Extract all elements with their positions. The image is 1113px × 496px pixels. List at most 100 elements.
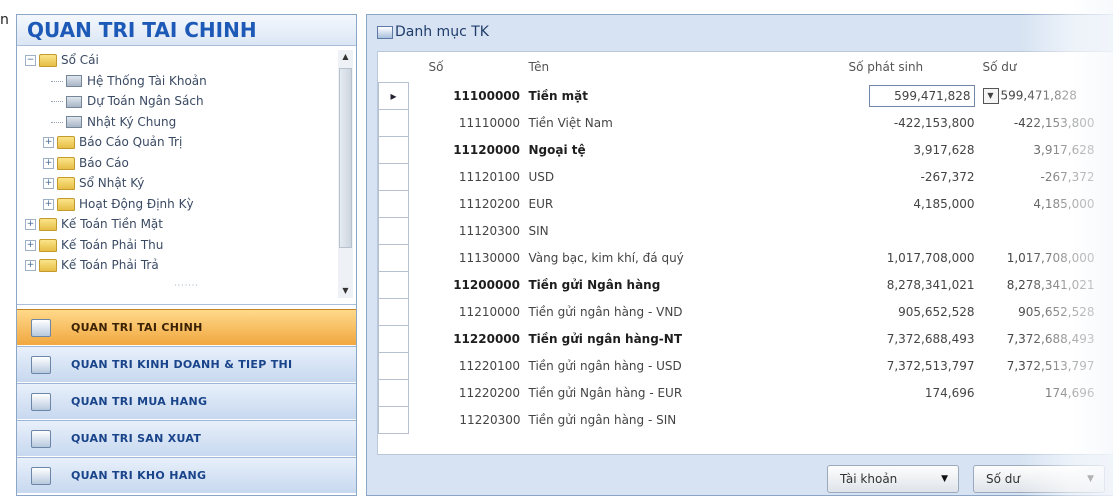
phat-sinh-cell[interactable]: -422,153,800 (845, 110, 979, 137)
column-header-phat-sinh[interactable]: Số phát sinh (845, 52, 979, 83)
expand-icon[interactable]: + (43, 198, 54, 210)
table-row[interactable]: 11220100 Tiền gửi ngân hàng - USD 7,372,51… (378, 352, 1099, 380)
account-name-cell[interactable]: EUR (525, 191, 845, 218)
phat-sinh-cell[interactable] (845, 407, 979, 434)
account-name-cell[interactable]: Vàng bạc, kim khí, đá quý (525, 245, 845, 272)
account-code-cell[interactable]: 11220100 (409, 353, 525, 380)
splitter-grip[interactable]: ······· (17, 281, 356, 290)
phat-sinh-cell[interactable]: 4,185,000 (845, 191, 979, 218)
nav-button[interactable]: QUAN TRI KHO HANG (17, 457, 356, 493)
so-du-cell[interactable]: ▼ 599,471,828 (979, 83, 1099, 110)
row-selector[interactable] (378, 406, 409, 434)
column-header-so-du[interactable]: Số dư (979, 52, 1099, 83)
so-du-cell[interactable]: 174,696 (979, 380, 1099, 407)
so-du-cell[interactable] (979, 218, 1099, 245)
phat-sinh-cell[interactable]: 905,652,528 (845, 299, 979, 326)
nav-button[interactable]: QUAN TRI SAN XUAT (17, 420, 356, 456)
account-code-cell[interactable]: 11110000 (409, 110, 525, 137)
expand-icon[interactable]: + (25, 239, 36, 251)
phat-sinh-cell[interactable]: 1,017,708,000 (845, 245, 979, 272)
account-code-cell[interactable]: 11120100 (409, 164, 525, 191)
tree-item[interactable]: Nhật Ký Chung (51, 112, 176, 132)
tree-item[interactable]: + Kế Toán Phải Thu (25, 235, 163, 255)
account-name-cell[interactable]: Tiền gửi Ngân hàng (525, 272, 845, 299)
account-name-cell[interactable]: Tiền gửi ngân hàng - USD (525, 353, 845, 380)
account-code-cell[interactable]: 11120300 (409, 218, 525, 245)
row-selector[interactable] (378, 298, 409, 326)
so-du-cell[interactable]: 905,652,528 (979, 299, 1099, 326)
nav-button[interactable]: QUAN TRI MUA HANG (17, 383, 356, 419)
so-du-cell[interactable]: 7,372,513,797 (979, 353, 1099, 380)
account-code-cell[interactable]: 11220200 (409, 380, 525, 407)
expand-icon[interactable]: + (25, 260, 36, 271)
account-name-cell[interactable]: Ngoại tệ (525, 137, 845, 164)
row-selector[interactable] (378, 352, 409, 380)
table-row[interactable]: 11220000 Tiền gửi ngân hàng-NT 7,372,688,4… (378, 325, 1099, 353)
table-row[interactable]: 11200000 Tiền gửi Ngân hàng 8,278,341,021 8… (378, 271, 1099, 299)
row-selector[interactable] (378, 379, 409, 407)
account-code-cell[interactable]: 11120200 (409, 191, 525, 218)
phat-sinh-editor[interactable]: 599,471,828 (868, 85, 975, 107)
phat-sinh-cell[interactable]: 8,278,341,021 (845, 272, 979, 299)
expand-icon[interactable]: + (43, 178, 54, 189)
account-code-cell[interactable]: 11220000 (409, 326, 525, 353)
row-selector[interactable] (378, 271, 409, 299)
expand-icon[interactable]: + (25, 219, 36, 230)
account-code-cell[interactable]: 11220300 (409, 407, 525, 434)
row-selector[interactable]: ▸ (378, 82, 409, 110)
row-selector[interactable] (378, 163, 409, 191)
so-du-cell[interactable] (979, 407, 1099, 434)
account-name-cell[interactable]: Tiền gửi ngân hàng-NT (525, 326, 845, 353)
row-selector[interactable] (378, 190, 409, 218)
row-selector[interactable] (378, 109, 409, 137)
account-code-cell[interactable]: 11100000 (409, 83, 525, 110)
so-du-cell[interactable]: 8,278,341,021 (979, 272, 1099, 299)
account-name-cell[interactable]: Tiền gửi Ngân hàng - EUR (525, 380, 845, 407)
scroll-up-icon[interactable]: ▲ (338, 50, 353, 64)
table-row[interactable]: 11120200 EUR 4,185,000 4,185,000 (378, 190, 1099, 218)
so-du-cell[interactable]: -267,372 (979, 164, 1099, 191)
tree-item[interactable]: Dự Toán Ngân Sách (51, 91, 204, 111)
phat-sinh-cell[interactable] (845, 218, 979, 245)
table-row[interactable]: 11130000 Vàng bạc, kim khí, đá quý 1,017,7… (378, 244, 1099, 272)
tree-item[interactable]: + Sổ Nhật Ký (43, 173, 144, 193)
tree-item[interactable]: − Sổ Cái (25, 50, 99, 70)
tree-item[interactable]: Hệ Thống Tài Khoản (51, 71, 207, 91)
row-selector[interactable] (378, 136, 409, 164)
so-du-cell[interactable]: 4,185,000 (979, 191, 1099, 218)
account-name-cell[interactable]: Tiền gửi ngân hàng - SIN (525, 407, 845, 434)
dropdown-arrow-icon[interactable]: ▼ (982, 88, 999, 104)
table-row[interactable]: 11120000 Ngoại tệ 3,917,628 3,917,628 (378, 136, 1099, 164)
account-code-cell[interactable]: 11200000 (409, 272, 525, 299)
account-code-cell[interactable]: 11210000 (409, 299, 525, 326)
table-row[interactable]: 11120100 USD -267,372 -267,372 (378, 163, 1099, 191)
tree-item[interactable]: + Kế Toán Phải Trả (25, 255, 159, 275)
account-name-cell[interactable]: SIN (525, 218, 845, 245)
scroll-thumb[interactable] (339, 68, 352, 248)
tree-item[interactable]: + Hoạt Động Định Kỳ (43, 194, 194, 214)
phat-sinh-cell[interactable]: -267,372 (845, 164, 979, 191)
column-header-code[interactable]: Số (409, 52, 525, 83)
account-name-cell[interactable]: USD (525, 164, 845, 191)
phat-sinh-cell[interactable]: 7,372,513,797 (845, 353, 979, 380)
phat-sinh-cell[interactable]: 174,696 (845, 380, 979, 407)
table-row[interactable]: 11120300 SIN (378, 217, 1099, 245)
so-du-cell[interactable]: 7,372,688,493 (979, 326, 1099, 353)
nav-button[interactable]: QUAN TRI TAI CHINH (17, 309, 356, 345)
row-selector[interactable] (378, 325, 409, 353)
nav-button[interactable]: QUAN TRI KINH DOANH & TIEP THI (17, 346, 356, 382)
account-dropdown-button[interactable]: Tài khoản ▼ (827, 465, 959, 493)
phat-sinh-cell[interactable]: 3,917,628 (845, 137, 979, 164)
phat-sinh-cell[interactable]: 7,372,688,493 (845, 326, 979, 353)
so-du-cell[interactable]: 3,917,628 (979, 137, 1099, 164)
tree-item[interactable]: + Kế Toán Tiền Mặt (25, 214, 163, 234)
account-code-cell[interactable]: 11120000 (409, 137, 525, 164)
row-selector[interactable] (378, 244, 409, 272)
so-du-cell[interactable]: 1,017,708,000 (979, 245, 1099, 272)
balance-dropdown-button[interactable]: Số dư ▼ (973, 465, 1105, 493)
row-selector[interactable] (378, 217, 409, 245)
column-header-name[interactable]: Tên (525, 52, 845, 83)
table-row[interactable]: 11110000 Tiền Việt Nam -422,153,800 -422,15… (378, 109, 1099, 137)
table-row[interactable]: 11210000 Tiền gửi ngân hàng - VND 905,652,… (378, 298, 1099, 326)
collapse-icon[interactable]: − (25, 55, 36, 66)
